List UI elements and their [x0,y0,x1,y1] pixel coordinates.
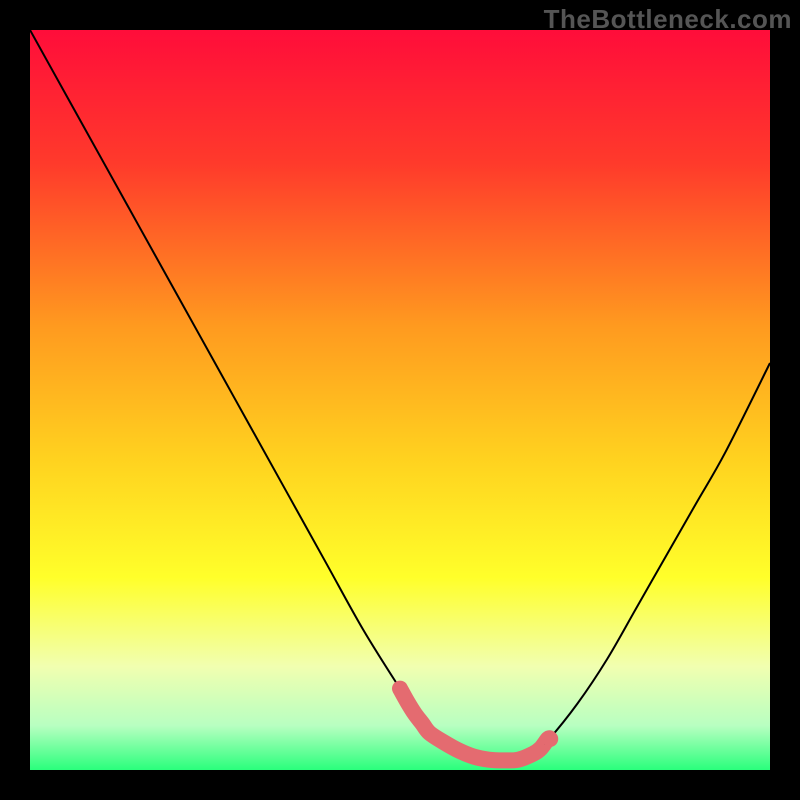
chart-canvas: TheBottleneck.com [0,0,800,800]
gradient-background [30,30,770,770]
plot-svg [30,30,770,770]
plot-area [30,30,770,770]
